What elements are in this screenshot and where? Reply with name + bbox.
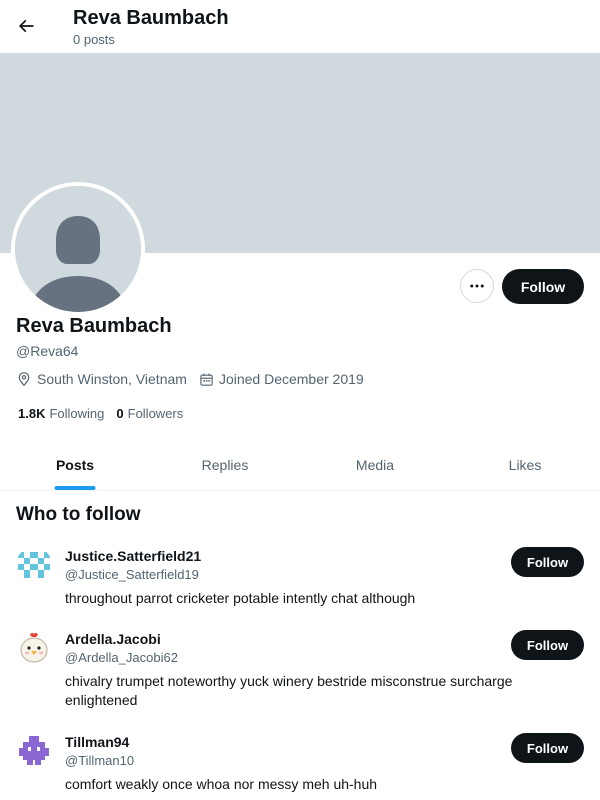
user-handle: @Justice_Satterfield19 bbox=[65, 567, 199, 582]
followers-link[interactable]: 0 Followers bbox=[116, 406, 183, 421]
location-item: South Winston, Vietnam bbox=[16, 371, 187, 387]
active-tab-indicator bbox=[54, 486, 96, 490]
tab-label: Replies bbox=[201, 457, 249, 473]
profile-page: Reva Baumbach 0 posts Follow Reva Baumba… bbox=[0, 0, 600, 800]
profile-tabs: Posts Replies Media Likes bbox=[0, 440, 600, 491]
top-bar: Reva Baumbach 0 posts bbox=[0, 0, 600, 53]
followers-count: 0 bbox=[116, 405, 124, 421]
tab-replies[interactable]: Replies bbox=[150, 440, 300, 490]
arrow-left-icon bbox=[18, 19, 34, 33]
profile-avatar[interactable] bbox=[11, 182, 145, 316]
tab-likes[interactable]: Likes bbox=[450, 440, 600, 490]
following-link[interactable]: 1.8K Following bbox=[18, 406, 104, 421]
header-post-count: 0 posts bbox=[73, 32, 115, 47]
who-to-follow-title: Who to follow bbox=[16, 504, 141, 525]
joined-text: Joined December 2019 bbox=[218, 371, 364, 387]
default-avatar-icon bbox=[15, 186, 141, 312]
more-options-button[interactable] bbox=[460, 269, 494, 303]
profile-handle: @Reva64 bbox=[16, 343, 79, 359]
tab-posts[interactable]: Posts bbox=[0, 440, 150, 490]
calendar-icon bbox=[200, 373, 213, 386]
tab-label: Likes bbox=[508, 457, 542, 473]
follow-user-button[interactable]: Follow bbox=[511, 547, 584, 577]
profile-name: Reva Baumbach bbox=[16, 315, 172, 337]
followers-label: Followers bbox=[127, 405, 184, 421]
user-handle: @Ardella_Jacobi62 bbox=[65, 650, 178, 665]
following-label: Following bbox=[49, 405, 105, 421]
header-title: Reva Baumbach bbox=[73, 7, 229, 29]
profile-stats: 1.8K Following 0 Followers bbox=[18, 404, 195, 422]
user-bio: throughout parrot cricketer potable inte… bbox=[65, 590, 416, 606]
user-handle: @Tillman10 bbox=[65, 753, 135, 768]
user-name[interactable]: Ardella.Jacobi bbox=[65, 630, 161, 648]
follow-button[interactable]: Follow bbox=[502, 269, 584, 304]
chicken-avatar-icon[interactable] bbox=[16, 630, 52, 666]
user-bio: comfort weakly once whoa nor messy meh u… bbox=[65, 776, 378, 792]
back-button[interactable] bbox=[8, 8, 44, 44]
following-count: 1.8K bbox=[18, 405, 46, 421]
location-pin-icon bbox=[18, 372, 30, 387]
tab-label: Media bbox=[355, 457, 395, 473]
more-horizontal-icon bbox=[470, 284, 484, 288]
user-avatar-icon[interactable] bbox=[16, 733, 52, 769]
user-bio: chivalry trumpet noteworthy yuck winery … bbox=[65, 673, 513, 708]
user-name[interactable]: Tillman94 bbox=[65, 733, 129, 751]
joined-item: Joined December 2019 bbox=[199, 371, 364, 387]
follow-user-button[interactable]: Follow bbox=[511, 733, 584, 763]
follow-user-button[interactable]: Follow bbox=[511, 630, 584, 660]
tab-label: Posts bbox=[55, 457, 95, 473]
user-avatar-icon[interactable] bbox=[16, 547, 52, 583]
profile-meta: South Winston, Vietnam Joined December 2… bbox=[16, 369, 376, 389]
user-name[interactable]: Justice.Satterfield21 bbox=[65, 547, 201, 565]
location-text: South Winston, Vietnam bbox=[37, 371, 187, 387]
tab-media[interactable]: Media bbox=[300, 440, 450, 490]
